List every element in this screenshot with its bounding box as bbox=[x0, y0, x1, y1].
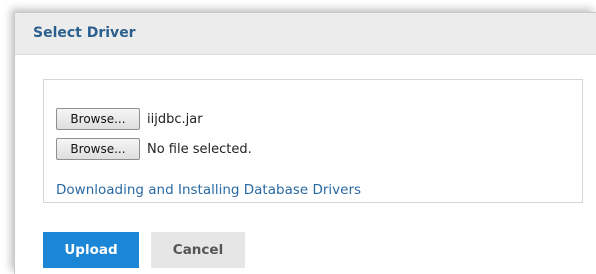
selected-file-name: iijdbc.jar bbox=[147, 111, 203, 127]
file-row: Browse... No file selected. bbox=[56, 138, 252, 160]
database-drivers-help-link[interactable]: Downloading and Installing Database Driv… bbox=[56, 182, 361, 198]
browse-button[interactable]: Browse... bbox=[56, 108, 140, 130]
select-driver-dialog: Select Driver Browse... iijdbc.jar Brows… bbox=[14, 12, 596, 274]
dialog-title: Select Driver bbox=[33, 25, 136, 41]
dialog-header: Select Driver bbox=[15, 13, 596, 55]
upload-button[interactable]: Upload bbox=[43, 232, 139, 268]
file-row: Browse... iijdbc.jar bbox=[56, 108, 203, 130]
selected-file-name: No file selected. bbox=[147, 141, 252, 157]
cancel-button[interactable]: Cancel bbox=[151, 232, 245, 268]
file-upload-panel: Browse... iijdbc.jar Browse... No file s… bbox=[43, 79, 583, 203]
browse-button[interactable]: Browse... bbox=[56, 138, 140, 160]
